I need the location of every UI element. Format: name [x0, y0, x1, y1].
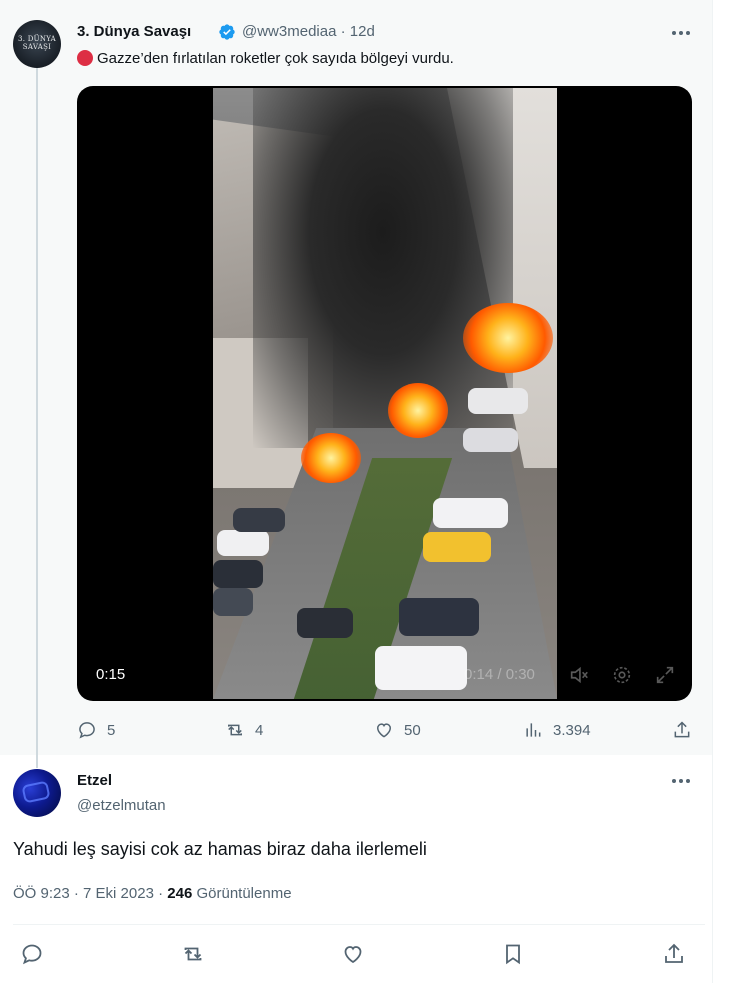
video-elapsed-time: 0:15 [96, 666, 126, 683]
car-shape [213, 588, 253, 616]
timestamp[interactable]: 12d [350, 23, 375, 40]
repost-icon [228, 724, 242, 736]
handle[interactable]: @ww3mediaa · 12d [242, 23, 375, 40]
divider [13, 924, 705, 925]
car-shape [217, 530, 269, 556]
tweet-text: Yahudi leş sayisi cok az hamas biraz dah… [13, 839, 427, 859]
display-name[interactable]: Etzel [77, 772, 112, 789]
car-shape [297, 608, 353, 638]
car-shape [463, 428, 518, 452]
bookmark-icon[interactable] [501, 942, 525, 966]
like-count: 50 [404, 721, 421, 739]
fire-shape [301, 433, 361, 483]
repost-count: 4 [255, 721, 264, 739]
car-shape [213, 560, 263, 588]
car-shape [399, 598, 479, 636]
views-icon [526, 723, 541, 737]
car-shape [233, 508, 285, 532]
thread-connector-line [36, 68, 38, 768]
tweet-date[interactable]: 7 Eki 2023 [83, 885, 154, 902]
avatar-graphic [21, 780, 51, 804]
views-count: 246 [167, 885, 193, 902]
reply-count: 5 [107, 721, 116, 739]
column-border [712, 0, 713, 983]
car-shape [423, 532, 491, 562]
video-player[interactable] [77, 86, 692, 701]
fire-shape [388, 383, 448, 438]
view-count: 3.394 [553, 721, 591, 739]
tweet-time[interactable]: ÖÖ 9:23 [13, 885, 70, 902]
video-progress-time: 0:14 / 0:30 [464, 666, 535, 683]
repost-button[interactable]: 4 [225, 720, 263, 740]
tweet-text: Gazze’den fırlatılan roketler çok sayıda… [77, 50, 454, 67]
avatar[interactable] [13, 769, 61, 817]
display-name[interactable]: 3. Dünya Savaşı [77, 23, 191, 40]
reply-icon [79, 722, 95, 739]
separator: · [73, 885, 79, 902]
tweet-meta: ÖÖ 9:23 · 7 Eki 2023 · 246 Görüntülenme [13, 885, 292, 902]
settings-icon[interactable] [611, 664, 633, 686]
separator: · [158, 885, 164, 902]
views-button[interactable]: 3.394 [523, 720, 591, 740]
reply-button[interactable]: 5 [77, 720, 115, 740]
repost-icon[interactable] [181, 942, 205, 966]
car-shape [375, 646, 467, 690]
red-circle-emoji-icon [77, 50, 93, 66]
separator: · [340, 23, 346, 40]
reply-icon[interactable] [20, 942, 44, 966]
fire-shape [463, 303, 553, 373]
video-frame[interactable] [213, 88, 557, 699]
avatar-logo-text: 3. DÜNYA SAVAŞI [17, 35, 57, 51]
car-shape [468, 388, 528, 414]
views-label: Görüntülenme [196, 885, 292, 902]
verified-badge-icon[interactable] [218, 23, 236, 41]
like-icon[interactable] [341, 942, 365, 966]
share-icon[interactable] [672, 720, 692, 740]
handle-text[interactable]: @ww3mediaa [242, 23, 336, 40]
avatar[interactable]: 3. DÜNYA SAVAŞI [13, 20, 61, 68]
car-shape [433, 498, 508, 528]
tweet-text-content: Gazze’den fırlatılan roketler çok sayıda… [97, 50, 454, 67]
more-options-icon[interactable] [670, 770, 692, 792]
more-options-icon[interactable] [670, 22, 692, 44]
mute-icon[interactable] [568, 664, 590, 686]
fullscreen-icon[interactable] [654, 664, 676, 686]
share-icon[interactable] [662, 942, 686, 966]
like-icon [376, 723, 392, 738]
handle[interactable]: @etzelmutan [77, 797, 166, 814]
like-button[interactable]: 50 [374, 720, 421, 740]
